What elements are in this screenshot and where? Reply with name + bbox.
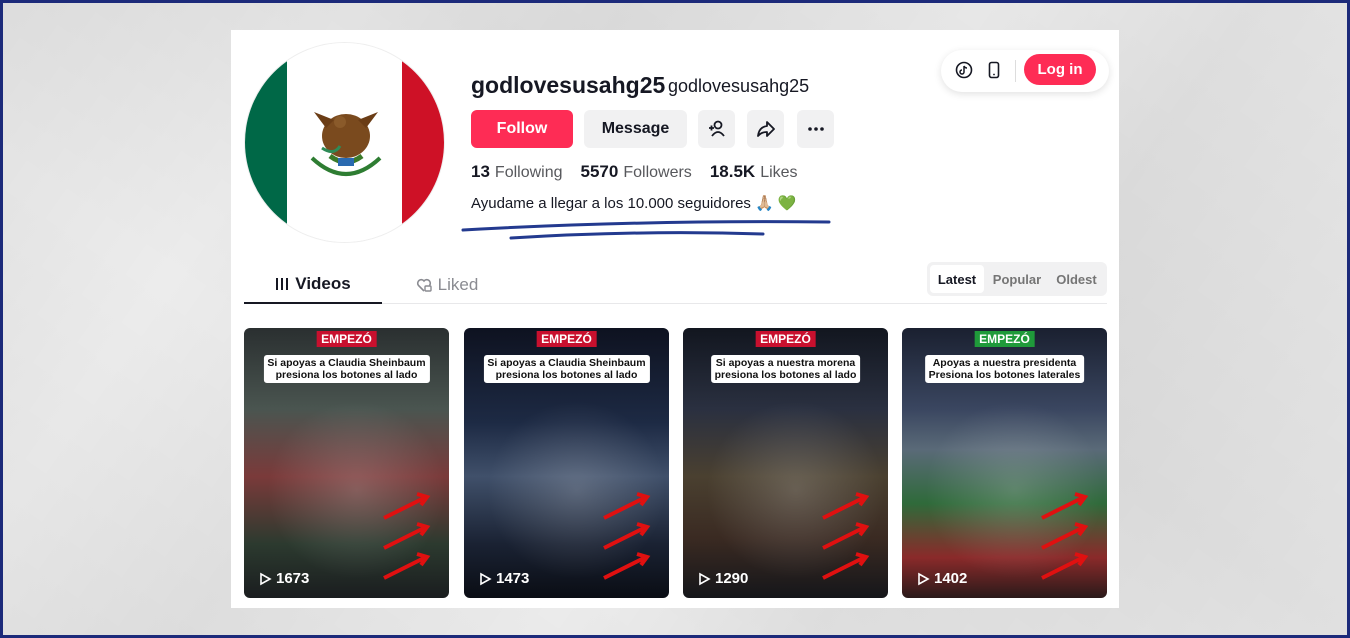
view-count: 1402	[916, 570, 967, 587]
view-count: 1673	[258, 570, 309, 587]
following-stat[interactable]: 13 Following	[471, 162, 563, 182]
flag-green-stripe	[245, 43, 287, 242]
followers-stat[interactable]: 5570 Followers	[581, 162, 692, 182]
video-caption: Apoyas a nuestra presidenta Presiona los…	[924, 355, 1085, 383]
play-icon	[699, 572, 711, 585]
add-user-icon	[708, 120, 725, 137]
profile-bio: Ayudame a llegar a los 10.000 seguidores…	[471, 195, 797, 212]
likes-label: Likes	[760, 164, 798, 181]
flag-white-stripe	[287, 43, 402, 242]
likes-stat: 18.5K Likes	[710, 162, 798, 182]
message-button[interactable]: Message	[584, 110, 687, 148]
more-icon	[807, 127, 824, 131]
view-count: 1473	[478, 570, 529, 587]
profile-stats: 13 Following 5570 Followers 18.5K Likes	[471, 162, 816, 182]
video-banner: EMPEZÓ	[974, 331, 1035, 347]
play-icon	[480, 572, 492, 585]
video-caption: Si apoyas a Claudia Sheinbaum presiona l…	[263, 355, 430, 383]
tab-liked-label: Liked	[437, 275, 479, 294]
header-divider	[1015, 60, 1016, 82]
followers-label: Followers	[623, 164, 692, 181]
following-count: 13	[471, 162, 490, 181]
sort-latest[interactable]: Latest	[930, 265, 984, 293]
caption-line: Si apoyas a Claudia Sheinbaum	[267, 357, 426, 369]
play-icon	[918, 572, 930, 585]
video-thumbnail[interactable]: EMPEZÓ Si apoyas a Claudia Sheinbaum pre…	[244, 328, 449, 598]
view-count: 1290	[697, 570, 748, 587]
video-banner: EMPEZÓ	[755, 331, 816, 347]
caption-line: Apoyas a nuestra presidenta	[932, 357, 1077, 369]
sort-control: Latest Popular Oldest	[927, 262, 1107, 296]
more-options-button[interactable]	[797, 110, 834, 148]
caption-line: Presiona los botones laterales	[928, 369, 1081, 381]
header-actions: Log in	[941, 50, 1109, 92]
sort-oldest[interactable]: Oldest	[1049, 265, 1104, 293]
add-friend-button[interactable]	[698, 110, 735, 148]
video-banner: EMPEZÓ	[316, 331, 377, 347]
tab-videos-label: Videos	[295, 274, 351, 293]
red-arrows-icon	[822, 492, 870, 580]
video-caption: Si apoyas a nuestra morena presiona los …	[710, 355, 861, 383]
video-thumbnail[interactable]: EMPEZÓ Si apoyas a Claudia Sheinbaum pre…	[464, 328, 669, 598]
caption-line: presiona los botones al lado	[714, 369, 857, 381]
view-count-value: 1402	[934, 570, 968, 587]
heart-lock-icon	[416, 278, 432, 292]
avatar[interactable]	[244, 42, 445, 243]
following-label: Following	[494, 164, 563, 181]
share-icon	[756, 121, 775, 137]
video-thumbnail[interactable]: EMPEZÓ Si apoyas a nuestra morena presio…	[683, 328, 888, 598]
tiktok-icon[interactable]	[955, 61, 973, 79]
login-button[interactable]: Log in	[1024, 54, 1096, 85]
flag-red-stripe	[402, 43, 444, 242]
video-caption: Si apoyas a Claudia Sheinbaum presiona l…	[483, 355, 650, 383]
caption-line: Si apoyas a Claudia Sheinbaum	[487, 357, 646, 369]
red-arrows-icon	[383, 492, 431, 580]
follow-button[interactable]: Follow	[471, 110, 573, 148]
view-count-value: 1473	[496, 570, 530, 587]
red-arrows-icon	[603, 492, 651, 580]
annotation-underline	[461, 220, 831, 240]
profile-nickname: godlovesusahg25	[668, 76, 810, 96]
followers-count: 5570	[580, 162, 619, 181]
video-thumbnail[interactable]: EMPEZÓ Apoyas a nuestra presidenta Presi…	[902, 328, 1107, 598]
tab-liked[interactable]: Liked	[402, 266, 492, 304]
profile-username: godlovesusahg25	[471, 72, 666, 98]
tab-videos[interactable]: Videos	[244, 266, 382, 304]
video-banner: EMPEZÓ	[536, 331, 597, 347]
caption-line: presiona los botones al lado	[495, 369, 638, 381]
play-icon	[260, 572, 272, 585]
red-arrows-icon	[1041, 492, 1089, 580]
likes-count: 18.5K	[709, 162, 756, 181]
caption-line: Si apoyas a nuestra morena	[715, 357, 856, 369]
profile-card: godlovesusahg25 godlovesusahg25 Follow M…	[231, 30, 1119, 608]
mobile-device-icon[interactable]	[985, 61, 1003, 79]
caption-line: presiona los botones al lado	[275, 369, 418, 381]
eagle-emblem-icon	[310, 112, 382, 176]
grid-icon	[276, 278, 289, 290]
view-count-value: 1673	[276, 570, 310, 587]
view-count-value: 1290	[715, 570, 749, 587]
share-button[interactable]	[747, 110, 784, 148]
sort-popular[interactable]: Popular	[987, 265, 1047, 293]
